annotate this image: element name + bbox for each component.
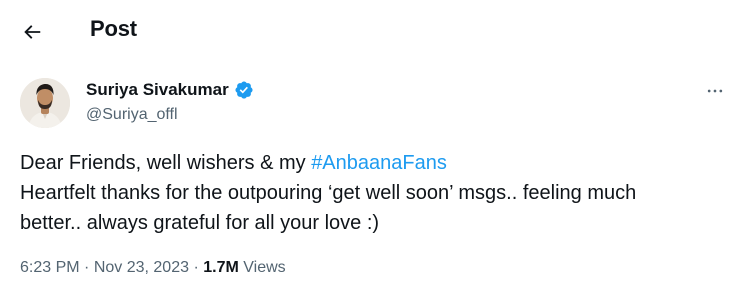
tweet-meta: 6:23 PM · Nov 23, 2023 · 1.7M Views: [20, 259, 286, 277]
views-label: Views: [243, 259, 286, 276]
tweet-date[interactable]: Nov 23, 2023: [94, 259, 189, 276]
meta-separator-2: ·: [189, 259, 204, 276]
tweet-text: Dear Friends, well wishers & my #Anbaana…: [20, 148, 720, 238]
post-header: Post: [0, 0, 746, 62]
meta-separator: ·: [79, 259, 94, 276]
tweet-line-1-text: Dear Friends, well wishers & my: [20, 152, 312, 174]
more-button[interactable]: [698, 80, 732, 102]
author-name[interactable]: Suriya Sivakumar: [86, 80, 229, 100]
author-name-row: Suriya Sivakumar: [86, 80, 254, 100]
hashtag-link[interactable]: #AnbaanaFans: [311, 152, 447, 174]
back-button[interactable]: [14, 14, 50, 50]
post-page: Post Suriya Sivakumar @Suriya_offl Dear …: [0, 0, 746, 296]
page-title: Post: [90, 16, 137, 41]
tweet-line-3: better.. always grateful for all your lo…: [20, 212, 380, 234]
verified-badge-icon[interactable]: [234, 80, 254, 100]
avatar-image: [20, 78, 70, 128]
tweet-line-2: Heartfelt thanks for the outpouring ‘get…: [20, 182, 637, 204]
more-horizontal-icon: [707, 89, 723, 93]
tweet-line-1: Dear Friends, well wishers & my #Anbaana…: [20, 148, 720, 178]
avatar[interactable]: [20, 78, 70, 128]
author-handle[interactable]: @Suriya_offl: [86, 106, 178, 124]
tweet-time[interactable]: 6:23 PM: [20, 259, 80, 276]
views-count: 1.7M: [203, 259, 239, 276]
arrow-left-icon: [24, 25, 41, 39]
